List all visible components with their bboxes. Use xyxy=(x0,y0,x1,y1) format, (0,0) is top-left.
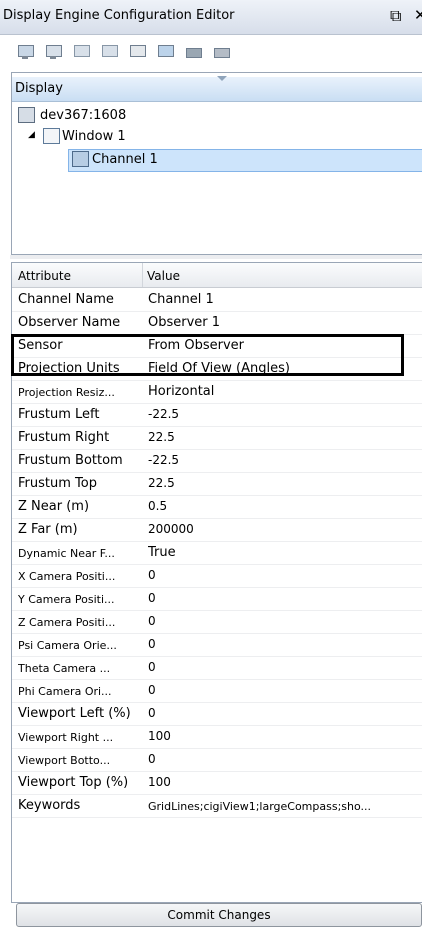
grid-row[interactable]: X Camera Positi... 0 xyxy=(12,564,422,588)
attribute-column-header[interactable]: Attribute xyxy=(18,269,71,283)
sort-indicator-icon xyxy=(217,76,227,81)
grid-row[interactable]: Theta Camera ... 0 xyxy=(12,656,422,680)
grid-row[interactable]: Psi Camera Orie... 0 xyxy=(12,633,422,657)
grid-header: Attribute Value xyxy=(12,263,422,288)
add-display-icon[interactable] xyxy=(16,42,34,60)
display-icon xyxy=(18,107,35,123)
tree-node-window[interactable]: ◢ Window 1 xyxy=(28,127,228,147)
display-tree-panel: Display dev367:1608 ◢ Window 1 Channel 1 xyxy=(11,72,422,255)
grid-row[interactable]: Viewport Left (%) 0 xyxy=(12,702,422,726)
paste-icon[interactable] xyxy=(156,42,174,60)
add-window-icon[interactable] xyxy=(72,42,90,60)
value-column-header[interactable]: Value xyxy=(147,269,180,283)
grid-row[interactable]: Y Camera Positi... 0 xyxy=(12,587,422,611)
tree-header[interactable]: Display xyxy=(12,76,422,102)
grid-row[interactable]: Z Near (m) 0.5 xyxy=(12,495,422,519)
grid-row[interactable]: Observer Name Observer 1 xyxy=(12,311,422,335)
grid-row[interactable]: Frustum Top 22.5 xyxy=(12,472,422,496)
grid-row[interactable]: Z Camera Positi... 0 xyxy=(12,610,422,634)
grid-row[interactable]: Projection Resiz... Horizontal xyxy=(12,380,422,404)
grid-row[interactable]: Phi Camera Ori... 0 xyxy=(12,679,422,703)
remove-window-icon[interactable] xyxy=(100,42,118,60)
toolbar xyxy=(10,38,422,68)
panel-splitter[interactable] xyxy=(10,255,422,259)
grid-row[interactable]: Viewport Botto... 0 xyxy=(12,748,422,772)
grid-row[interactable]: Keywords GridLines;cigiView1;largeCompass… xyxy=(12,794,422,818)
grid-row[interactable]: Z Far (m) 200000 xyxy=(12,518,422,542)
grid-row[interactable]: Frustum Bottom -22.5 xyxy=(12,449,422,473)
title-bar: Display Engine Configuration Editor ⧉ ✕ xyxy=(0,0,422,35)
close-icon[interactable]: ✕ xyxy=(414,6,422,24)
add-channel-icon[interactable] xyxy=(44,42,62,60)
import-icon[interactable] xyxy=(184,42,202,60)
expand-triangle-icon[interactable]: ◢ xyxy=(28,130,35,140)
channel-icon xyxy=(72,151,89,167)
grid-row[interactable]: Frustum Left -22.5 xyxy=(12,403,422,427)
grid-row[interactable]: Viewport Top (%) 100 xyxy=(12,771,422,795)
float-window-icon[interactable]: ⧉ xyxy=(390,6,401,26)
tree-node-channel[interactable]: Channel 1 xyxy=(68,149,422,172)
grid-row[interactable]: Dynamic Near F... True xyxy=(12,541,422,565)
column-divider[interactable] xyxy=(142,263,143,287)
commit-changes-button[interactable]: Commit Changes xyxy=(16,903,422,927)
window-title: Display Engine Configuration Editor xyxy=(3,8,235,23)
copy-icon[interactable] xyxy=(128,42,146,60)
sensor-highlight-box xyxy=(11,334,404,376)
grid-row[interactable]: Channel Name Channel 1 xyxy=(12,288,422,312)
grid-row[interactable]: Viewport Right ... 100 xyxy=(12,725,422,749)
tree-node-display[interactable]: dev367:1608 xyxy=(18,106,218,126)
export-icon[interactable] xyxy=(212,42,230,60)
window-icon xyxy=(43,128,60,144)
grid-row[interactable]: Frustum Right 22.5 xyxy=(12,426,422,450)
